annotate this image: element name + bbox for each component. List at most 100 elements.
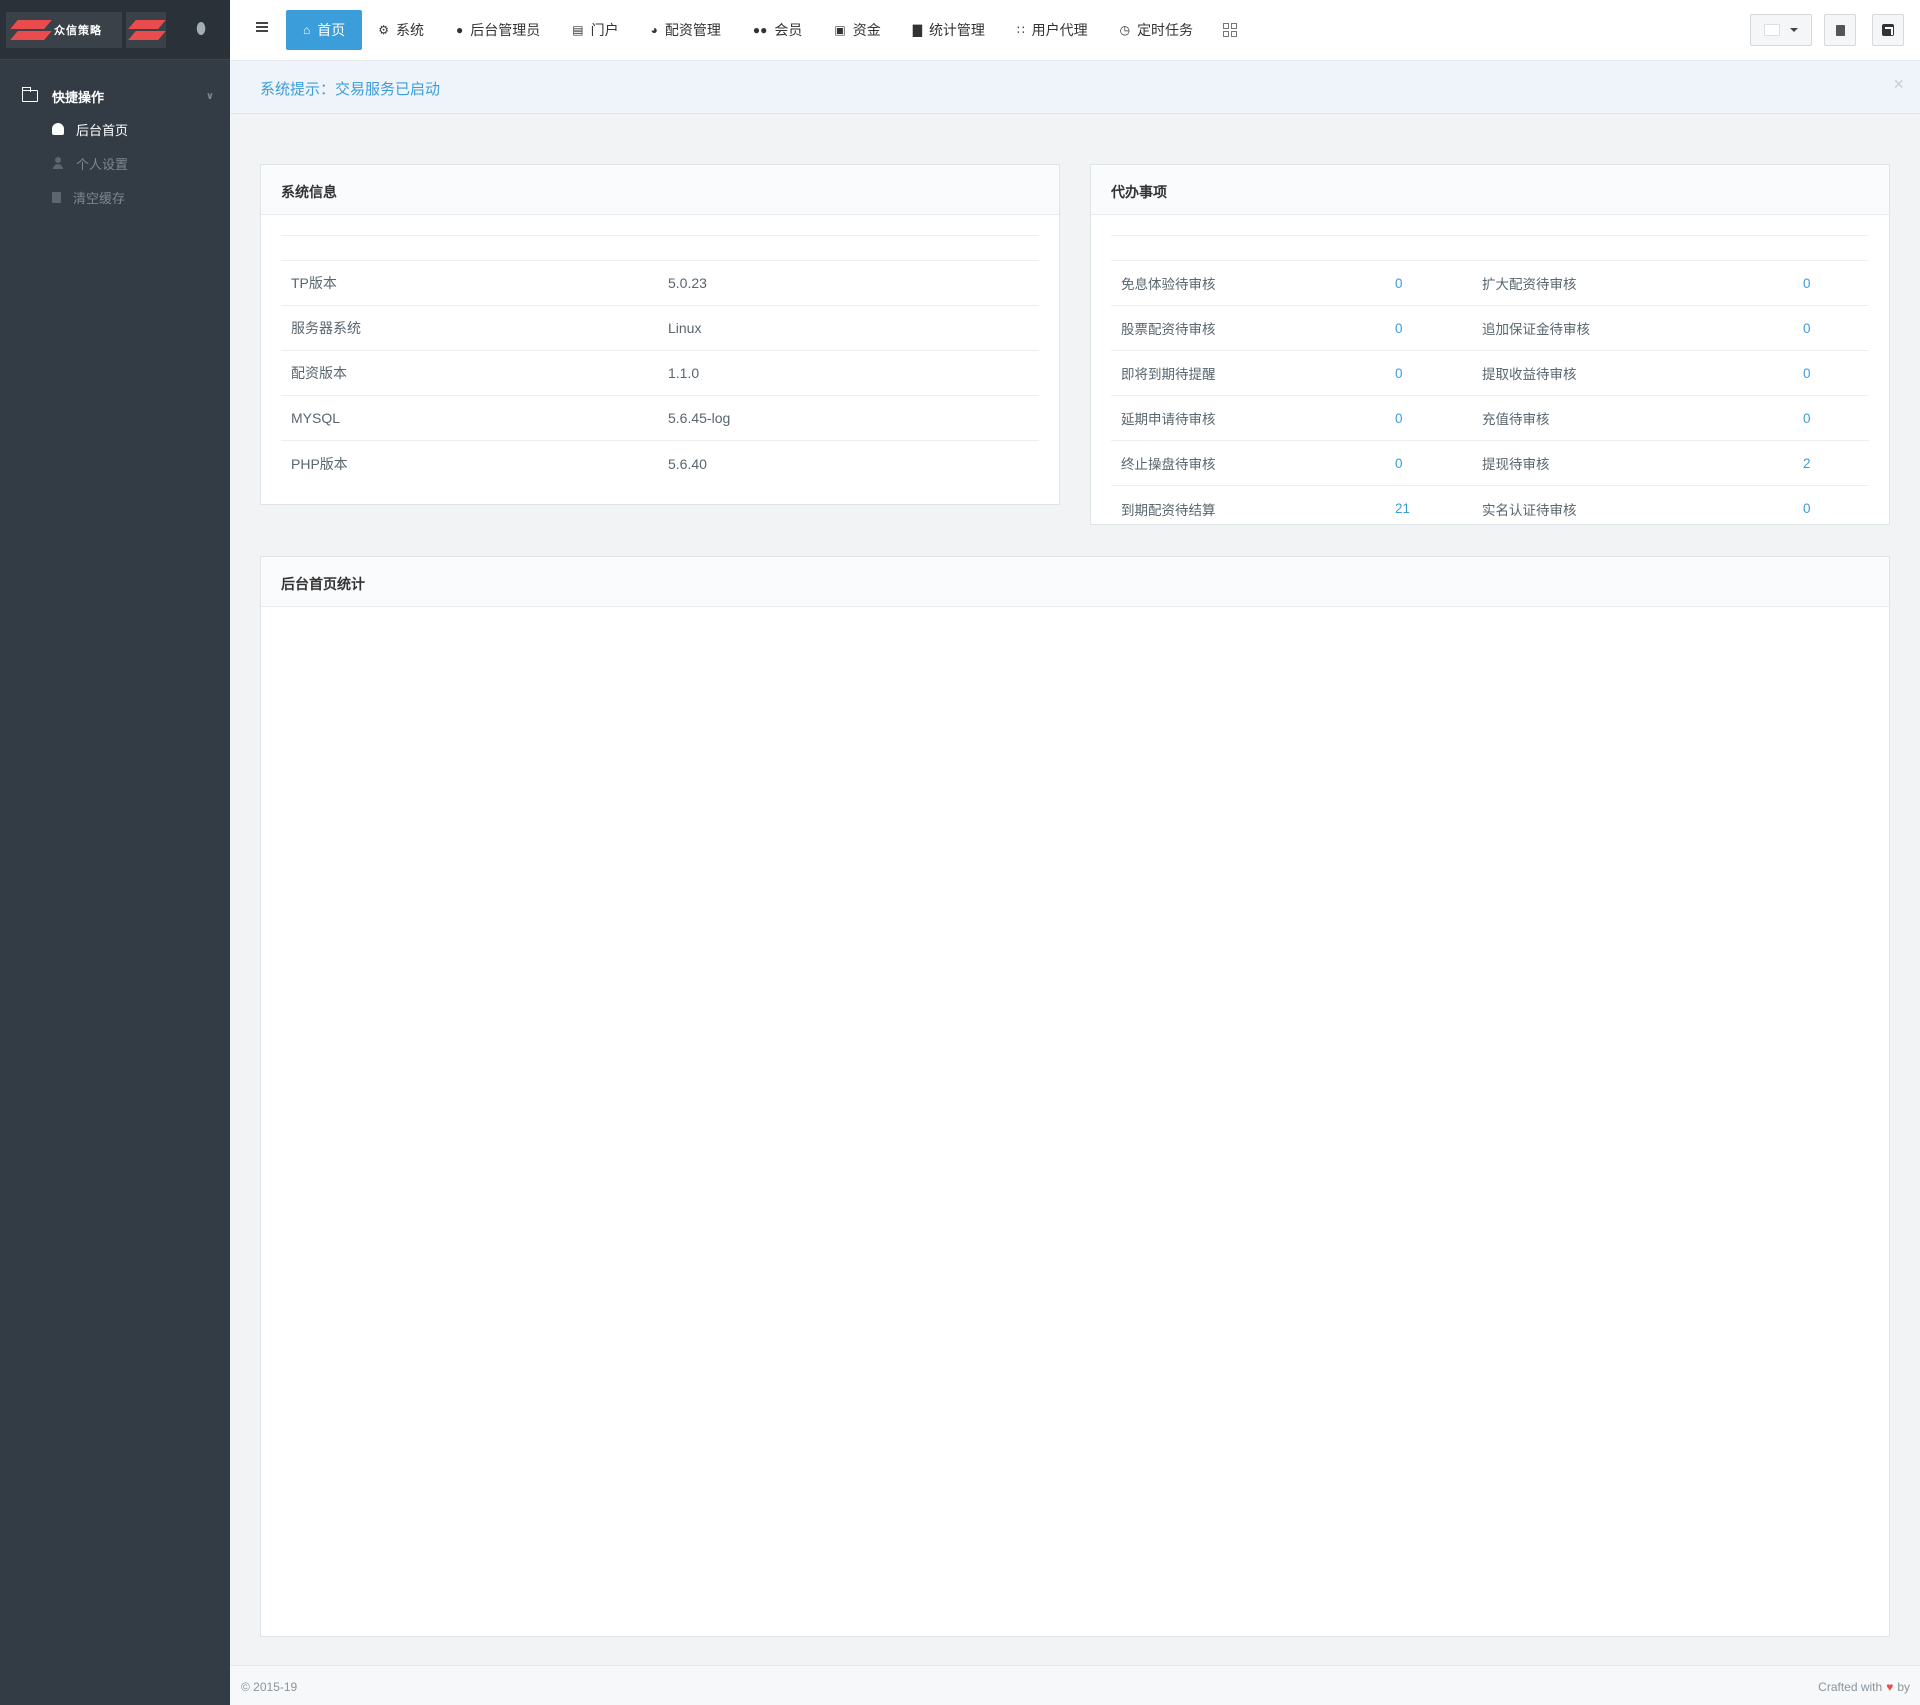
table-row: PHP版本 5.6.40 [281,441,1039,486]
tab-label: 资金 [852,22,881,38]
tab-label: 定时任务 [1137,22,1194,38]
sitemap-icon: ∷ [1016,23,1025,37]
todo-label: 延期申请待审核 [1121,412,1216,427]
clear-cache-button[interactable] [1824,14,1856,46]
sidebar-item-dashboard[interactable]: 后台首页 [0,112,230,146]
table-row: 延期申请待审核 0 充值待审核 0 [1111,396,1869,441]
trash-icon [1835,24,1845,36]
todo-count-link[interactable]: 0 [1395,411,1482,426]
caret-down-icon [1790,28,1798,32]
tab-agents[interactable]: ∷ 用户代理 [1001,10,1104,50]
tab-funds[interactable]: ▣ 资金 [818,10,896,50]
dashboard-icon [52,123,64,135]
quick-actions-label: 快捷操作 [52,89,105,105]
todo-label: 股票配资待审核 [1121,322,1216,337]
todo-label: 提取收益待审核 [1482,367,1577,382]
quick-actions-header[interactable]: 快捷操作 ∨ [0,80,230,112]
info-value: 5.6.40 [668,455,707,472]
todo-count-link[interactable]: 2 [1803,456,1869,471]
newspaper-icon: ▤ [572,23,584,37]
menu-toggle-icon[interactable] [256,22,268,32]
todo-count-link[interactable]: 0 [1395,276,1482,291]
user-icon [52,157,64,169]
table-row [1111,236,1869,261]
info-value: Linux [668,320,702,336]
todo-count-link[interactable]: 0 [1395,366,1482,381]
todo-count-link[interactable]: 21 [1395,501,1482,516]
todo-count-link[interactable]: 0 [1803,321,1869,336]
todo-count-link[interactable]: 0 [1803,411,1869,426]
bar-chart-icon: ▇ [912,23,922,37]
users-icon: ●● [752,23,768,37]
todo-count-link[interactable]: 0 [1803,366,1869,381]
table-row: 即将到期待提醒 0 提取收益待审核 0 [1111,351,1869,396]
info-value: 5.6.45-log [668,410,731,426]
tab-cron[interactable]: ◷ 定时任务 [1104,10,1209,50]
info-label: PHP版本 [291,455,348,472]
tab-financing[interactable]: ◕ 配资管理 [635,10,737,50]
skin-toggle-icon[interactable]: ⬮ [196,21,206,39]
todo-panel: 代办事项 免息体验待审核 0 扩大配资待审核 0 股票配资待审核 0 追加保证金… [1090,164,1890,525]
table-row: 到期配资待结算 21 实名认证待审核 0 [1111,486,1869,531]
panel-title: 系统信息 [261,165,1059,215]
logo-text: 众信策略 [54,24,102,37]
info-value: 1.1.0 [668,365,700,381]
todo-label: 到期配资待结算 [1121,502,1216,518]
tab-label: 统计管理 [928,22,985,38]
todo-count-link[interactable]: 0 [1803,276,1869,291]
crafted-prefix: Crafted with [1818,1680,1883,1694]
table-row: 股票配资待审核 0 追加保证金待审核 0 [1111,306,1869,351]
apps-grid-icon[interactable] [1223,23,1238,37]
todo-label: 追加保证金待审核 [1482,322,1590,337]
todo-label: 即将到期待提醒 [1121,367,1216,382]
todo-label: 终止操盘待审核 [1121,457,1216,472]
gear-icon: ⚙ [378,23,390,37]
alert-text: 系统提示：交易服务已启动 [260,81,441,98]
system-info-panel: 系统信息 TP版本 5.0.23 服务器系统 Linux 配资版本 1.1.0 … [260,164,1060,505]
tab-label: 会员 [774,22,803,38]
table-row: 服务器系统 Linux [281,306,1039,351]
chevron-down-icon: ∨ [205,90,214,102]
quick-actions-group: 快捷操作 ∨ 后台首页 个人设置 清空缓存 [0,80,230,214]
todo-count-link[interactable]: 0 [1395,456,1482,471]
todo-table: 免息体验待审核 0 扩大配资待审核 0 股票配资待审核 0 追加保证金待审核 0… [1111,235,1869,531]
tab-label: 后台管理员 [470,22,541,38]
tab-members[interactable]: ●● 会员 [737,10,819,50]
logo-mark [10,17,50,43]
table-row: TP版本 5.0.23 [281,261,1039,306]
tab-admins[interactable]: ● 后台管理员 [440,10,556,50]
sidebar-item-label: 后台首页 [76,122,129,138]
sidebar-item-label: 清空缓存 [73,190,126,206]
tab-system[interactable]: ⚙ 系统 [362,10,440,50]
tab-label: 系统 [396,22,425,38]
info-label: MYSQL [291,410,341,426]
table-row: 配资版本 1.1.0 [281,351,1039,396]
tab-portal[interactable]: ▤ 门户 [556,10,634,50]
sidebar-item-profile[interactable]: 个人设置 [0,146,230,180]
open-frontend-button[interactable] [1872,14,1904,46]
language-dropdown[interactable] [1750,14,1812,46]
copyright-text: © 2015-19 [241,1680,298,1694]
tab-label: 配资管理 [664,22,721,38]
tab-statistics[interactable]: ▇ 统计管理 [897,10,1001,50]
clock-icon: ◷ [1119,23,1131,37]
sidebar: 众信策略 ⬮ 快捷操作 ∨ 后台首页 个人设置 清空缓存 [0,0,230,1705]
sidebar-item-clear-cache[interactable]: 清空缓存 [0,180,230,214]
table-row: MYSQL 5.6.45-log [281,396,1039,441]
tab-label: 首页 [317,22,346,38]
info-label: 配资版本 [291,365,347,381]
crafted-by: Crafted with ♥ by [1818,1680,1910,1694]
todo-label: 扩大配资待审核 [1482,277,1577,292]
todo-count-link[interactable]: 0 [1803,501,1869,516]
user-icon: ● [456,23,464,37]
footer: © 2015-19 Crafted with ♥ by [230,1665,1920,1705]
folder-open-icon [21,87,38,102]
tab-home[interactable]: ⌂ 首页 [286,10,363,50]
todo-count-link[interactable]: 0 [1395,321,1482,336]
close-icon[interactable]: × [1893,74,1904,95]
table-row: 免息体验待审核 0 扩大配资待审核 0 [1111,261,1869,306]
info-label: 服务器系统 [291,320,361,336]
logo[interactable]: 众信策略 [6,11,122,48]
sidebar-item-label: 个人设置 [76,156,129,172]
todo-label: 充值待审核 [1482,412,1550,427]
